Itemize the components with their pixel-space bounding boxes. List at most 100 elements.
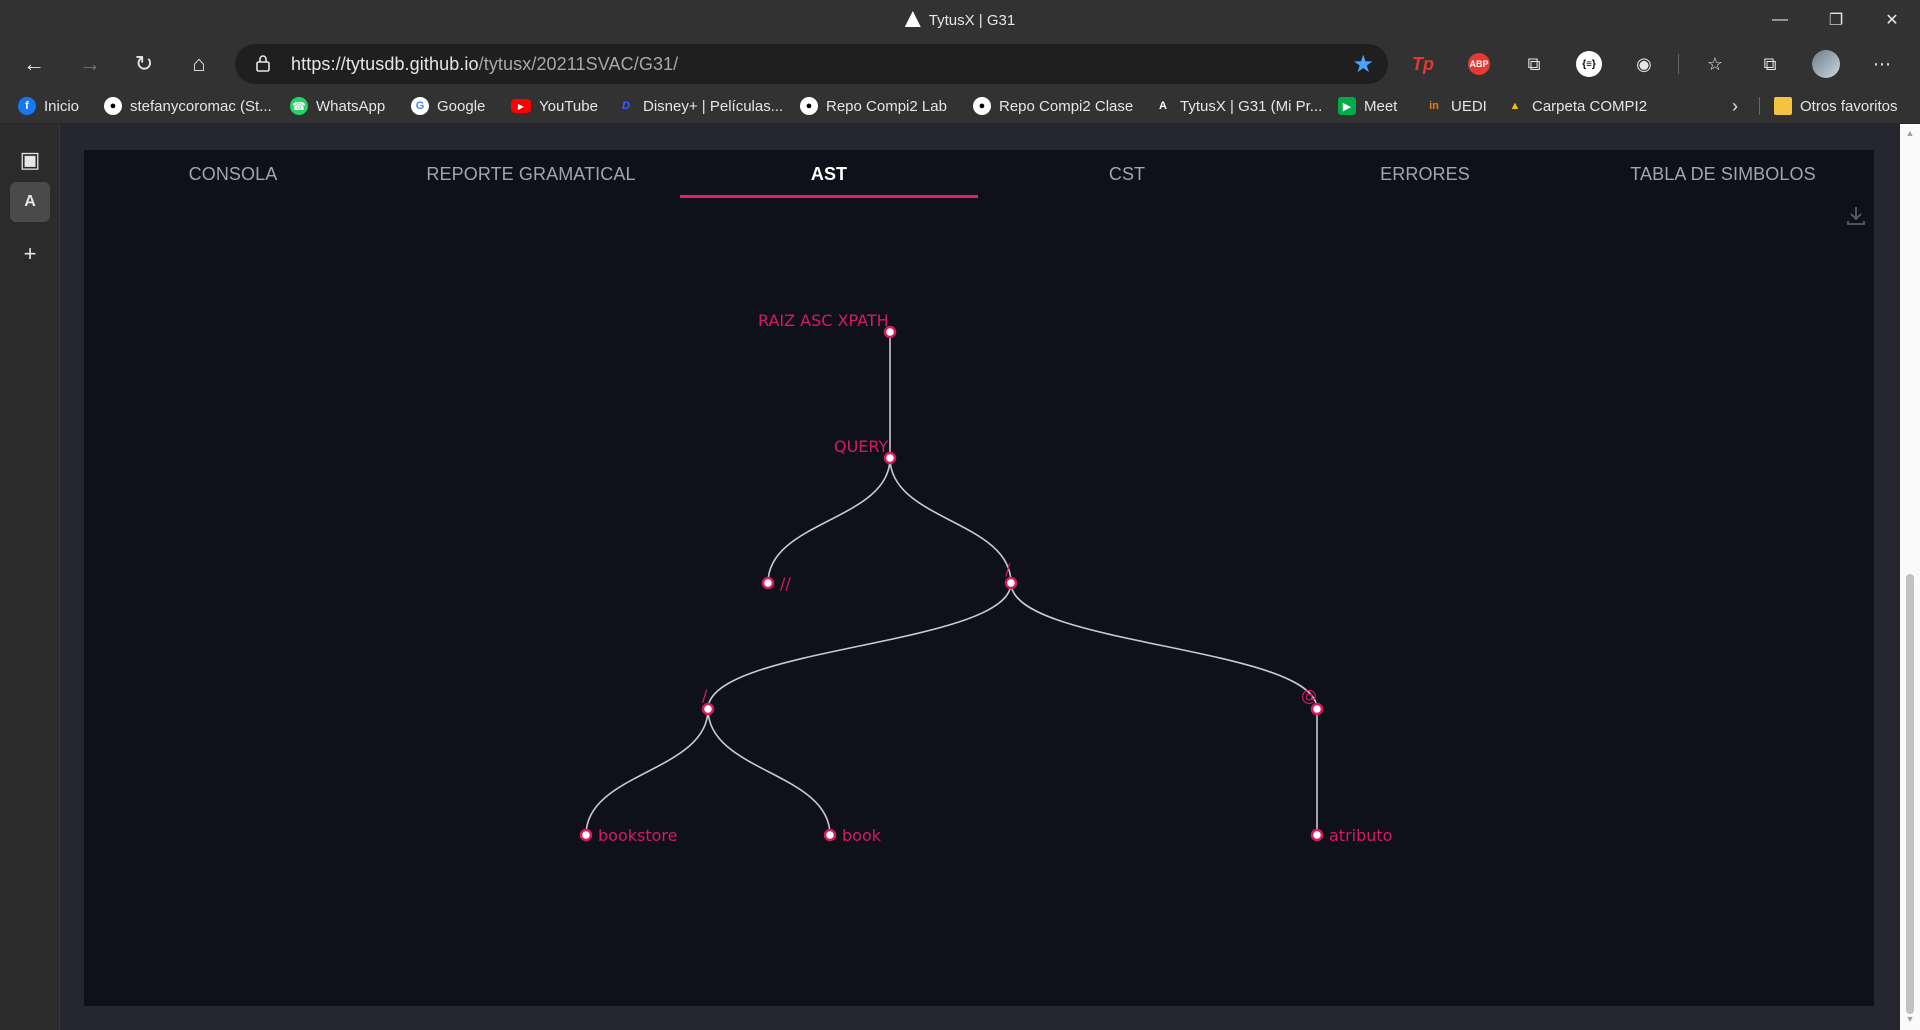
tree-node[interactable] xyxy=(1004,576,1018,590)
tree-node-label: book xyxy=(842,826,882,845)
meet-icon: ▶ xyxy=(1338,97,1356,115)
tree-node[interactable] xyxy=(701,702,715,716)
tree-node-label: QUERY xyxy=(834,437,889,456)
bookmark-label: Repo Compi2 Clase xyxy=(999,97,1134,115)
bookmark-google[interactable]: G Google xyxy=(411,94,485,118)
home-icon: ⌂ xyxy=(192,51,206,76)
tytusx-tab-angular-icon[interactable]: A xyxy=(10,182,50,222)
report-panel: CONSOLA REPORTE GRAMATICAL AST CST ERROR… xyxy=(84,150,1874,1006)
bookmarks-divider xyxy=(1759,97,1760,115)
tree-node[interactable] xyxy=(1310,828,1324,842)
bookmarks-overflow-chevron-icon[interactable]: › xyxy=(1732,94,1738,118)
bookmark-label: Google xyxy=(437,97,486,115)
tree-node[interactable] xyxy=(579,828,593,842)
window-title: TytusX | G31 xyxy=(0,11,1920,29)
more-menu-icon[interactable]: ⋯ xyxy=(1866,48,1898,80)
other-favorites[interactable]: Otros favoritos xyxy=(1774,94,1898,118)
scroll-down-arrow-icon[interactable]: ▼ xyxy=(1905,1014,1915,1024)
whatsapp-icon: ☎ xyxy=(290,97,308,115)
url-path: /tytusx/20211SVAC/G31/ xyxy=(478,54,679,74)
favorites-icon[interactable]: ☆ xyxy=(1699,48,1731,80)
incognito-extension-icon[interactable]: ◉ xyxy=(1628,48,1660,80)
json-extension-icon[interactable]: {≡} xyxy=(1573,48,1605,80)
profile-avatar[interactable] xyxy=(1810,48,1842,80)
json-extension-label: {≡} xyxy=(1576,51,1602,77)
bookmark-label: Carpeta COMPI2 xyxy=(1532,97,1648,115)
favorite-star-icon[interactable]: ★ xyxy=(1352,50,1374,79)
tree-edges xyxy=(585,332,1318,836)
tab-actions-icon[interactable]: ▣ xyxy=(10,140,50,180)
bookmark-label: Repo Compi2 Lab xyxy=(826,97,947,115)
tree-edge xyxy=(889,457,1012,584)
page-content: CONSOLA REPORTE GRAMATICAL AST CST ERROR… xyxy=(60,124,1900,1030)
url-text: https://tytusdb.github.io/tytusx/20211SV… xyxy=(291,54,678,75)
lock-icon xyxy=(256,55,270,72)
tree-edge xyxy=(707,708,831,836)
bookmark-label: Disney+ | Películas... xyxy=(643,97,784,115)
drive-icon: ▲ xyxy=(1509,100,1521,112)
bookmark-label: Inicio xyxy=(44,97,80,115)
github-icon: ● xyxy=(104,97,122,115)
tree-nodes: RAIZ ASC XPATHQUERY////@bookstore book atr… xyxy=(579,311,1392,845)
tree-node-label: RAIZ ASC XPATH xyxy=(758,311,889,330)
bookmark-repo-clase[interactable]: ● Repo Compi2 Clase xyxy=(973,94,1133,118)
forward-button[interactable]: → xyxy=(72,46,108,82)
bookmark-stefanycoromac[interactable]: ● stefanycoromac (St... xyxy=(104,94,272,118)
back-button[interactable]: ← xyxy=(16,46,52,82)
github-icon: ● xyxy=(800,97,818,115)
google-icon: G xyxy=(411,97,429,115)
bookmarks-bar: f Inicio ● stefanycoromac (St... ☎ WhatsApp… xyxy=(0,88,1920,124)
adblock-extension-icon[interactable]: ABP xyxy=(1463,48,1495,80)
new-tab-plus-icon[interactable]: + xyxy=(10,234,50,274)
tree-edge xyxy=(585,708,709,836)
angular-icon xyxy=(904,11,921,27)
vertical-tabs-sidebar: ▣ A + xyxy=(0,124,60,1030)
address-bar[interactable]: https://tytusdb.github.io/tytusx/20211SV… xyxy=(235,44,1388,84)
tree-node-label: / xyxy=(1005,560,1011,579)
url-host: https://tytusdb.github.io xyxy=(291,54,479,74)
bookmark-label: Meet xyxy=(1364,97,1398,115)
bookmark-repo-lab[interactable]: ● Repo Compi2 Lab xyxy=(800,94,947,118)
tp-extension-icon[interactable]: Tp xyxy=(1407,48,1439,80)
scroll-up-arrow-icon[interactable]: ▲ xyxy=(1905,128,1915,138)
disney-icon: D xyxy=(622,100,630,112)
bookmark-meet[interactable]: ▶ Meet xyxy=(1338,94,1397,118)
home-button[interactable]: ⌂ xyxy=(181,46,217,82)
browser-toolbar: ← → ↻ ⌂ https://tytusdb.github.io/tytusx… xyxy=(0,40,1920,88)
collections-icon[interactable]: ⧉ xyxy=(1754,48,1786,80)
bookmark-tytusx[interactable]: A TytusX | G31 (Mi Pr... xyxy=(1154,94,1322,118)
bookmark-youtube[interactable]: ▶ YouTube xyxy=(511,94,598,118)
tree-node[interactable] xyxy=(761,576,775,590)
bookmark-label: UEDI xyxy=(1451,97,1487,115)
restore-button[interactable]: ❐ xyxy=(1808,0,1864,40)
avatar xyxy=(1812,50,1840,78)
adblock-label: ABP xyxy=(1468,53,1490,75)
bookmark-whatsapp[interactable]: ☎ WhatsApp xyxy=(290,94,385,118)
page-scrollbar[interactable]: ▲ ▼ xyxy=(1900,124,1920,1030)
uedi-icon: in xyxy=(1429,100,1439,112)
minimize-button[interactable]: — xyxy=(1752,0,1808,40)
bookmark-label: stefanycoromac (St... xyxy=(130,97,272,115)
tree-node-label: @ xyxy=(1301,686,1317,705)
tree-node-label: atributo xyxy=(1329,826,1392,845)
bookmark-carpeta-compi2[interactable]: ▲ Carpeta COMPI2 xyxy=(1506,94,1648,118)
angular-icon: A xyxy=(1159,100,1167,112)
facebook-icon: f xyxy=(18,97,36,115)
arrow-right-icon: → xyxy=(79,51,101,76)
bookmark-uedi[interactable]: in UEDI xyxy=(1425,94,1487,118)
tree-node-label: // xyxy=(780,574,791,593)
close-button[interactable]: ✕ xyxy=(1864,0,1920,40)
tree-edge xyxy=(1010,582,1318,710)
bookmark-label: TytusX | G31 (Mi Pr... xyxy=(1180,97,1323,115)
tree-node[interactable] xyxy=(823,828,837,842)
bookmark-inicio[interactable]: f Inicio xyxy=(18,94,79,118)
copy-extension-icon[interactable]: ⧉ xyxy=(1518,48,1550,80)
bookmark-label: WhatsApp xyxy=(316,97,386,115)
tree-node[interactable] xyxy=(1310,702,1324,716)
ast-tree: RAIZ ASC XPATHQUERY////@bookstore book atr… xyxy=(579,311,1392,845)
reload-icon: ↻ xyxy=(134,51,154,76)
bookmark-disney[interactable]: D Disney+ | Películas... xyxy=(617,94,783,118)
scrollbar-thumb[interactable] xyxy=(1906,574,1914,1014)
title-bar: TytusX | G31 — ❐ ✕ xyxy=(0,0,1920,40)
reload-button[interactable]: ↻ xyxy=(126,46,162,82)
